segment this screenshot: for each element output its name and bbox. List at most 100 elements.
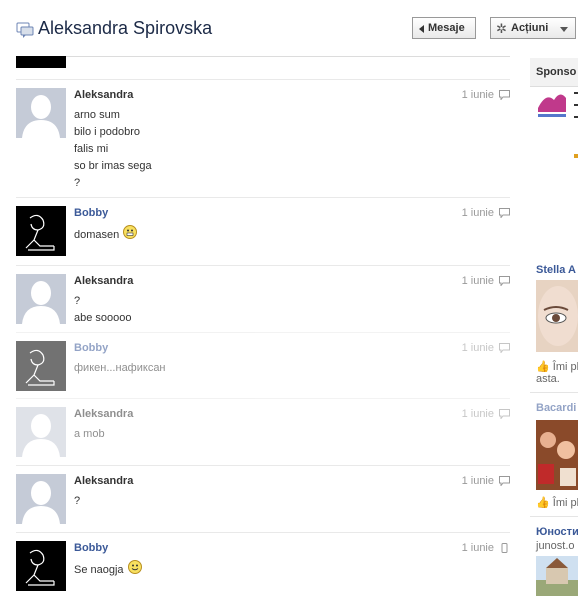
- sender-name[interactable]: Aleksandra: [74, 475, 133, 487]
- ad-like-label: Îmi pl: [552, 361, 578, 373]
- avatar[interactable]: [16, 274, 66, 324]
- ad-title[interactable]: Bacardi: [536, 402, 576, 414]
- message-row: Aleksandra 1 iunie? abe sooooo: [16, 265, 510, 333]
- message-line: Se naogja: [74, 560, 142, 580]
- sponsored-label: Sponso: [536, 66, 577, 78]
- ad-like-button[interactable]: 👍 Îmi pl: [536, 496, 578, 509]
- message-text: so br imas sega: [74, 160, 152, 172]
- message-line: a mob: [74, 426, 105, 443]
- message-line: ?: [74, 175, 152, 192]
- message-line: ?: [74, 293, 132, 310]
- message-line: abe sooooo: [74, 310, 132, 327]
- smile-emoticon-icon: [127, 560, 142, 580]
- message-date: 1 iunie: [461, 89, 494, 101]
- avatar[interactable]: [16, 541, 66, 591]
- message-body: ?: [74, 493, 80, 510]
- message-text: ?: [74, 295, 81, 307]
- conversation-header: Aleksandra Spirovska Mesaje ✲ Acțiuni: [0, 0, 578, 58]
- message-row: Bobby 1 iunie domasen: [16, 197, 510, 266]
- back-to-messages-button[interactable]: Mesaje: [412, 17, 476, 39]
- sender-name[interactable]: Aleksandra: [74, 408, 133, 420]
- message-row: Aleksandra 1 iunie a mob: [16, 398, 510, 466]
- message-body: a mob: [74, 426, 105, 443]
- message-text: a mob: [74, 428, 105, 440]
- thumbs-up-icon: 👍: [536, 497, 550, 509]
- mobile-icon: [501, 543, 508, 553]
- chat-bubble-icon: [499, 409, 510, 419]
- ad-domain: junost.o: [536, 540, 575, 552]
- message-body: domasen: [74, 225, 138, 245]
- ad-image[interactable]: [536, 88, 568, 120]
- ad-like-button[interactable]: 👍 Îmi pl: [536, 360, 578, 373]
- actions-label: Acțiuni: [511, 22, 549, 34]
- message-line: domasen: [74, 225, 138, 245]
- message-text: фикен...нафиксан: [74, 362, 166, 374]
- message-line: falis mi: [74, 141, 152, 158]
- message-text: ?: [74, 495, 81, 507]
- message-text: Se naogja: [74, 563, 124, 576]
- avatar[interactable]: [16, 206, 66, 256]
- chat-bubble-icon: [499, 90, 510, 100]
- message-row: Aleksandra 1 iunie?: [16, 465, 510, 533]
- message-line: so br imas sega: [74, 158, 152, 175]
- message-row: Bobby 1 iunie Se naogja: [16, 532, 510, 597]
- chat-bubble-icon: [499, 276, 510, 286]
- building-photo: [536, 558, 578, 596]
- message-date: 1 iunie: [461, 342, 494, 354]
- sender-name[interactable]: Bobby: [74, 542, 108, 554]
- sender-name[interactable]: Aleksandra: [74, 89, 133, 101]
- message-line: bilo i podobro: [74, 124, 152, 141]
- sender-name[interactable]: Bobby: [74, 207, 108, 219]
- message-date: 1 iunie: [461, 475, 494, 487]
- back-to-messages-label: Mesaje: [428, 22, 465, 34]
- sender-name[interactable]: Bobby: [74, 342, 108, 354]
- message-text: abe sooooo: [74, 312, 132, 324]
- avatar[interactable]: [16, 88, 66, 138]
- avatar[interactable]: [16, 407, 66, 457]
- avatar[interactable]: [16, 474, 66, 524]
- ad-title[interactable]: Юности: [536, 526, 578, 538]
- arrow-left-icon: [419, 25, 424, 33]
- ad-title[interactable]: Stella A: [536, 264, 576, 276]
- message-date: 1 iunie: [461, 207, 494, 219]
- thumbs-up-icon: 👍: [536, 361, 550, 373]
- chat-bubble-icon: [499, 208, 510, 218]
- message-line: ?: [74, 493, 80, 510]
- message-body: arno sum bilo i podobro falis mi so br imas…: [74, 107, 152, 192]
- message-body: фикен...нафиксан: [74, 360, 166, 377]
- message-text: bilo i podobro: [74, 126, 141, 138]
- message-date: 1 iunie: [461, 275, 494, 287]
- sender-name[interactable]: Aleksandra: [74, 275, 133, 287]
- avatar[interactable]: [16, 341, 66, 391]
- ad-text-fragment: [574, 88, 578, 158]
- message-row: Aleksandra 1 iunie arno sum bilo i podobro f…: [16, 79, 510, 198]
- ad-like-suffix: asta.: [536, 373, 560, 385]
- face-photo: [538, 286, 578, 346]
- previous-message-edge: [16, 56, 510, 68]
- message-row: Bobby 1 iunie фикен...нафиксан: [16, 332, 510, 399]
- chat-bubble-icon: [499, 343, 510, 353]
- ad-image[interactable]: [536, 556, 578, 596]
- chat-bubble-icon: [499, 476, 510, 486]
- grimace-emoticon-icon: [123, 225, 138, 245]
- actions-dropdown[interactable]: ✲ Acțiuni: [490, 17, 576, 39]
- message-body: ? abe sooooo: [74, 293, 132, 327]
- page-title: Aleksandra Spirovska: [38, 18, 213, 38]
- gear-icon: ✲: [496, 21, 507, 36]
- message-date: 1 iunie: [461, 408, 494, 420]
- message-text: ?: [74, 177, 81, 189]
- party-photo: [536, 420, 578, 490]
- message-date: 1 iunie: [461, 542, 494, 554]
- sponsored-header: Sponso: [530, 58, 578, 87]
- ad-like-label: Îmi pl: [552, 497, 578, 509]
- brand-logo: [538, 94, 566, 117]
- ad-image[interactable]: [536, 420, 578, 490]
- avatar: [16, 56, 66, 68]
- message-text: falis mi: [74, 143, 109, 155]
- messages-icon: [16, 22, 34, 38]
- message-line: фикен...нафиксан: [74, 360, 166, 377]
- ad-image[interactable]: [536, 280, 578, 352]
- message-text: domasen: [74, 228, 120, 241]
- divider: [530, 392, 578, 393]
- message-line: arno sum: [74, 107, 152, 124]
